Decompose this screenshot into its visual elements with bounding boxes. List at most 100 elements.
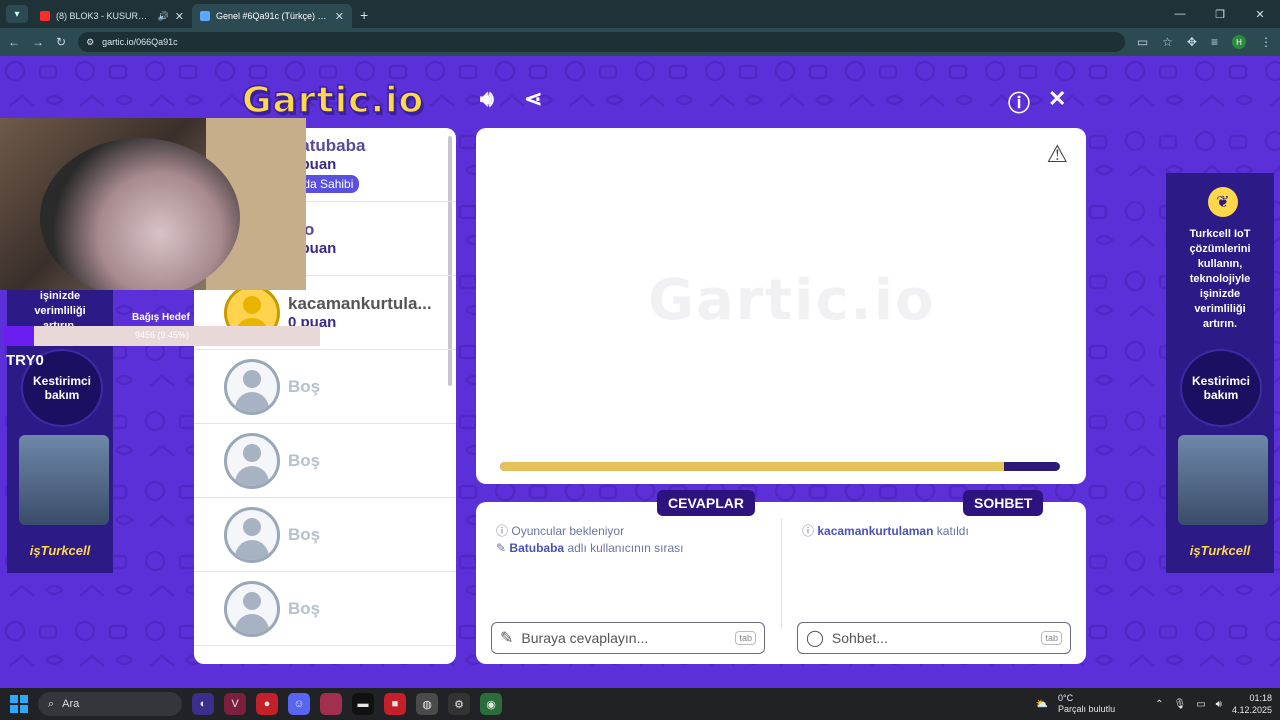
empty-slot: Boş [194, 498, 456, 572]
windows-start-icon[interactable] [10, 695, 28, 713]
webcam-person [40, 138, 240, 290]
weather-widget[interactable]: 0°C Parçalı bulutlu [1058, 693, 1115, 715]
new-tab-button[interactable]: + [360, 7, 368, 23]
message-user: kacamankurtulaman [817, 524, 934, 538]
browser-tab-strip: ▾ (8) BLOK3 - KUSURA BAKMA 🔊 ✕ Genel #6Q… [0, 0, 1280, 28]
message-text: adlı kullanıcının sırası [567, 541, 684, 555]
close-icon[interactable]: ✕ [1048, 86, 1066, 112]
close-window-icon[interactable]: ✕ [1240, 0, 1280, 28]
chat-tab[interactable]: SOHBET [963, 490, 1044, 516]
chevron-up-icon[interactable]: ⌃ [1155, 699, 1163, 710]
right-advertisement[interactable]: ❦ Turkcell IoT çözümlerini kullanın, tek… [1166, 173, 1274, 573]
reading-list-icon[interactable]: ≡ [1211, 35, 1218, 49]
ad-workers-image [1178, 435, 1268, 525]
chat-input-box: ◯ tab [797, 622, 1071, 654]
answers-message: ✎ Batubaba adlı kullanıcının sırası [496, 541, 684, 555]
info-icon[interactable]: ⓘ [1008, 86, 1030, 118]
weather-temp: 0°C [1058, 693, 1074, 703]
ad-line: teknolojiyle [1189, 273, 1251, 285]
answers-tab[interactable]: CEVAPLAR [657, 490, 755, 516]
weather-desc: Parçalı bulutlu [1058, 704, 1116, 714]
clock-date: 4.12.2025 [1231, 705, 1272, 715]
windows-taskbar: ⌕ Ara ◐ V ● ☺ ▬ ■ ◍ ⚙ ◉ ⛅ 0°C Parçalı bu… [0, 688, 1280, 720]
report-warning-icon[interactable]: ⚠ [1046, 140, 1068, 169]
reload-icon[interactable]: ↻ [56, 35, 66, 49]
volume-icon[interactable]: 🔊︎ [1216, 699, 1222, 710]
ad-brand-logo: işTurkcell [1189, 543, 1251, 558]
system-tray: ⛅ 0°C Parçalı bulutlu ⌃ 🎙︎ ▭ 🔊︎ 01:18 4.… [1036, 688, 1272, 720]
app-icon[interactable]: ● [256, 693, 278, 715]
answer-input[interactable] [521, 630, 728, 646]
microphone-icon[interactable]: 🎙︎ [1173, 699, 1186, 710]
chat-bubble-icon: ◯ [806, 630, 824, 647]
answers-message: ⓘ Oyuncular bekleniyor [496, 522, 624, 539]
ad-line: işinizde [39, 290, 81, 302]
chrome-icon[interactable]: ◉ [480, 693, 502, 715]
site-info-icon[interactable]: ⚙ [86, 37, 94, 48]
restore-icon[interactable]: ❐ [1200, 0, 1240, 28]
drawing-canvas[interactable]: Gartic.io ⚠ [476, 128, 1086, 484]
browser-toolbar: ← → ↻ ⚙ gartic.io/066Qa91c ▭ ☆ ✥ ≡ H ⋮ [0, 28, 1280, 56]
turn-timer-fill [500, 462, 1004, 471]
bookmark-star-icon[interactable]: ☆ [1162, 35, 1173, 49]
empty-avatar-icon [224, 506, 280, 563]
panel-divider [781, 518, 782, 628]
ad-line: artırın. [1202, 318, 1238, 330]
taskbar-clock[interactable]: 01:18 4.12.2025 [1232, 692, 1272, 716]
taskbar-search[interactable]: ⌕ Ara [38, 692, 182, 716]
close-tab-icon[interactable]: ✕ [175, 10, 184, 23]
forward-icon[interactable]: → [32, 35, 44, 49]
browser-tab-youtube[interactable]: (8) BLOK3 - KUSURA BAKMA 🔊 ✕ [32, 4, 192, 28]
back-icon[interactable]: ← [8, 35, 20, 49]
extensions-icon[interactable]: ✥ [1187, 35, 1197, 49]
sound-icon[interactable]: 🔊︎ [480, 86, 494, 112]
empty-slot: Boş [194, 572, 456, 646]
stream-corner-text: TRY0 [6, 352, 44, 369]
app-icon[interactable]: ■ [384, 693, 406, 715]
pencil-icon: ✎ [496, 541, 507, 555]
tab-key-hint: tab [735, 631, 756, 645]
tab-key-hint: tab [1041, 631, 1062, 645]
answers-chat-panel: CEVAPLAR SOHBET ⓘ Oyuncular bekleniyor ✎… [476, 490, 1086, 664]
speaker-icon[interactable]: 🔊 [158, 11, 169, 22]
empty-slot: Boş [194, 424, 456, 498]
profile-avatar[interactable]: H [1232, 35, 1246, 49]
gartic-favicon-icon [200, 11, 210, 21]
donation-overlay: Bağış Hedef 9456 (9.45%) TRY0 [2, 312, 320, 400]
search-label: Ara [62, 698, 80, 710]
message-text: Oyuncular bekleniyor [511, 524, 625, 538]
terminal-icon[interactable]: ▬ [352, 693, 374, 715]
tab-search-button[interactable]: ▾ [6, 5, 28, 23]
chat-message: ⓘ kacamankurtulaman katıldı [802, 522, 969, 539]
ad-workers-image [19, 435, 109, 525]
player-name: kacamankurtula... [288, 294, 432, 313]
close-tab-icon[interactable]: ✕ [335, 10, 344, 23]
empty-slot-label: Boş [288, 524, 321, 544]
address-bar[interactable]: ⚙ gartic.io/066Qa91c [78, 32, 1125, 52]
browser-tab-gartic[interactable]: Genel #6Qa91c (Türkçe) - Gartic ✕ [192, 4, 352, 28]
message-user: Batubaba [509, 541, 565, 555]
copilot-icon[interactable]: ◐ [192, 693, 214, 715]
empty-avatar-icon [224, 580, 280, 637]
chat-input[interactable] [831, 630, 1034, 646]
cast-icon[interactable]: ▭ [1137, 35, 1148, 49]
empty-slot-label: Boş [288, 450, 321, 470]
minimize-icon[interactable]: — [1160, 0, 1200, 28]
message-text: katıldı [936, 524, 969, 538]
app-icon[interactable] [320, 693, 342, 715]
obs-icon[interactable]: ◍ [416, 693, 438, 715]
discord-icon[interactable]: ☺ [288, 693, 310, 715]
ad-line: verimliliği [1194, 303, 1246, 315]
app-icon[interactable]: V [224, 693, 246, 715]
app-icon[interactable]: ⚙ [448, 693, 470, 715]
ad-line: çözümlerini [1189, 243, 1251, 255]
gartic-logo[interactable]: Gartic.io [241, 79, 424, 122]
canvas-watermark: Gartic.io [648, 268, 936, 333]
menu-kebab-icon[interactable]: ⋮ [1260, 35, 1272, 49]
pencil-icon: ✎ [500, 630, 514, 647]
share-icon[interactable]: ⋖ [524, 86, 542, 112]
turn-timer-bar [500, 462, 1060, 471]
display-icon[interactable]: ▭ [1196, 699, 1205, 710]
weather-icon: ⛅ [1035, 698, 1049, 710]
info-icon: ⓘ [802, 524, 815, 538]
